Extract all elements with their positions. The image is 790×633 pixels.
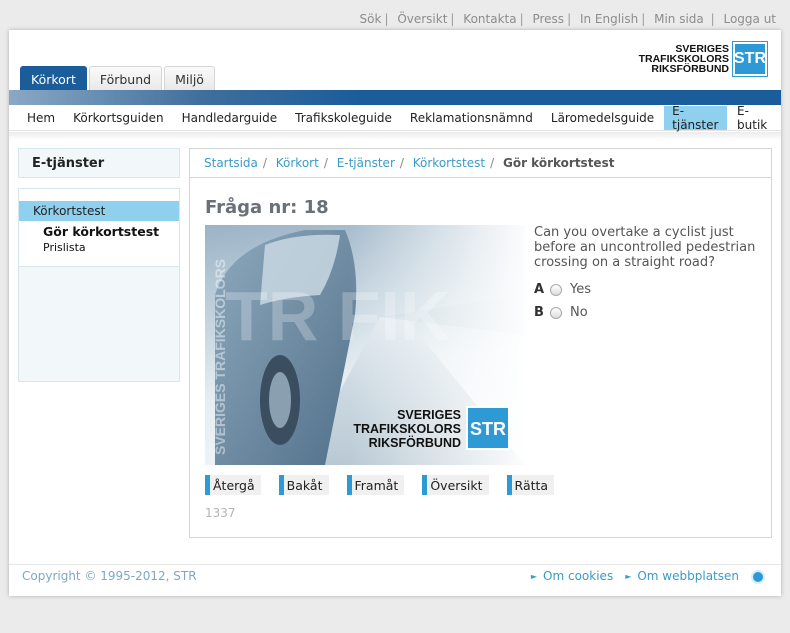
answer-b[interactable]: B No bbox=[534, 305, 588, 320]
photo-logo-line-3: RIKSFÖRBUND bbox=[369, 435, 461, 450]
sidebar-item-prislista[interactable]: Prislista bbox=[19, 239, 179, 254]
breadcrumb-e-tjanster[interactable]: E-tjänster bbox=[337, 156, 395, 170]
breadcrumb-current: Gör körkortstest bbox=[502, 156, 615, 170]
content-panel: Startsida / Körkort / E-tjänster / Körkorts… bbox=[189, 148, 772, 538]
back-to-start-button[interactable]: Återgå bbox=[205, 475, 261, 495]
teamviewer-icon[interactable] bbox=[751, 570, 765, 584]
str-logo[interactable]: SVERIGES TRAFIKSKOLORS RIKSFÖRBUND STR bbox=[639, 41, 768, 77]
previous-button[interactable]: Bakåt bbox=[278, 475, 329, 495]
toplink-press[interactable]: Press bbox=[532, 12, 564, 26]
question-text: Can you overtake a cyclist just before a… bbox=[534, 225, 756, 270]
arrow-right-icon: ► bbox=[530, 572, 538, 581]
sidebar: Körkortstest Gör körkortstest Prislista bbox=[18, 188, 180, 382]
footer-link-about[interactable]: Om webbplatsen bbox=[637, 569, 739, 583]
photo-watermark-text: SVERIGES TRAFIKSKOLORS bbox=[212, 259, 228, 455]
toplink-overview[interactable]: Översikt bbox=[397, 12, 447, 26]
sidebar-title: E-tjänster bbox=[18, 148, 180, 178]
breadcrumb-startsida[interactable]: Startsida bbox=[204, 156, 258, 170]
tab-forbund[interactable]: Förbund bbox=[88, 66, 163, 91]
nav-item-e-tjanster[interactable]: E-tjänster bbox=[664, 104, 728, 132]
page-frame: SVERIGES TRAFIKSKOLORS RIKSFÖRBUND STR K… bbox=[9, 30, 781, 596]
answer-a-label: Yes bbox=[570, 282, 591, 297]
question-title: Fråga nr: 18 bbox=[205, 197, 329, 218]
overview-button[interactable]: Översikt bbox=[422, 475, 489, 495]
next-button[interactable]: Framåt bbox=[346, 475, 405, 495]
nav-item-reklamationsnamnd[interactable]: Reklamationsnämnd bbox=[402, 106, 541, 130]
footer: Copyright © 1995-2012, STR ► Om cookies … bbox=[9, 564, 781, 596]
sidebar-item-gor-korkortstest[interactable]: Gör körkortstest bbox=[19, 221, 179, 239]
section-tabs: Körkort Förbund Miljö bbox=[20, 66, 217, 91]
logo-badge: STR bbox=[732, 41, 768, 77]
tab-miljo[interactable]: Miljö bbox=[164, 66, 215, 91]
answer-a[interactable]: A Yes bbox=[534, 282, 591, 297]
copyright: Copyright © 1995-2012, STR bbox=[22, 569, 197, 583]
sidebar-item-korkortstest[interactable]: Körkortstest bbox=[19, 201, 179, 221]
header-bar bbox=[9, 90, 781, 105]
nav-item-e-butik[interactable]: E-butik bbox=[729, 104, 779, 132]
answer-a-radio[interactable] bbox=[550, 283, 562, 296]
tab-korkort[interactable]: Körkort bbox=[20, 66, 87, 91]
svg-text:TR FIK: TR FIK bbox=[225, 277, 451, 355]
quiz-controls: Återgå Bakåt Framåt Översikt Rätta bbox=[205, 475, 572, 495]
answer-b-letter: B bbox=[534, 305, 544, 320]
nav-item-korkortsguiden[interactable]: Körkortsguiden bbox=[65, 106, 171, 130]
question-image: TR FIK SVERIGES TRAFIKSKOLORS SVERIGES T… bbox=[205, 225, 525, 465]
nav-item-hem[interactable]: Hem bbox=[19, 106, 63, 130]
photo-logo-line-1: SVERIGES bbox=[397, 408, 461, 422]
breadcrumb: Startsida / Körkort / E-tjänster / Körkorts… bbox=[190, 149, 771, 178]
toplink-contact[interactable]: Kontakta bbox=[463, 12, 516, 26]
toplink-search[interactable]: Sök bbox=[360, 12, 382, 26]
answer-a-letter: A bbox=[534, 282, 545, 297]
nav-item-handledarguide[interactable]: Handledarguide bbox=[174, 106, 286, 130]
answer-b-radio[interactable] bbox=[550, 306, 562, 319]
breadcrumb-korkortstest[interactable]: Körkortstest bbox=[413, 156, 485, 170]
answer-b-label: No bbox=[570, 305, 588, 320]
photo-logo-line-2: TRAFIKSKOLORS bbox=[353, 422, 461, 436]
arrow-right-icon: ► bbox=[625, 572, 632, 581]
question-id: 1337 bbox=[205, 506, 236, 520]
top-utility-links: Sök | Översikt | Kontakta | Press | In Engli… bbox=[359, 12, 776, 26]
toplink-english[interactable]: In English bbox=[580, 12, 638, 26]
main-nav: Hem Körkortsguiden Handledarguide Trafik… bbox=[9, 104, 781, 132]
toplink-logout[interactable]: Logga ut bbox=[723, 12, 776, 26]
nav-item-trafikskoleguide[interactable]: Trafikskoleguide bbox=[287, 106, 400, 130]
grade-button[interactable]: Rätta bbox=[506, 475, 555, 495]
footer-link-cookies[interactable]: Om cookies bbox=[543, 569, 613, 583]
toplink-my-page[interactable]: Min sida bbox=[654, 12, 704, 26]
nav-item-laromedelsguide[interactable]: Läromedelsguide bbox=[543, 106, 662, 130]
photo-logo-badge: STR bbox=[470, 419, 506, 439]
breadcrumb-korkort[interactable]: Körkort bbox=[276, 156, 319, 170]
logo-line-3: RIKSFÖRBUND bbox=[651, 63, 729, 75]
